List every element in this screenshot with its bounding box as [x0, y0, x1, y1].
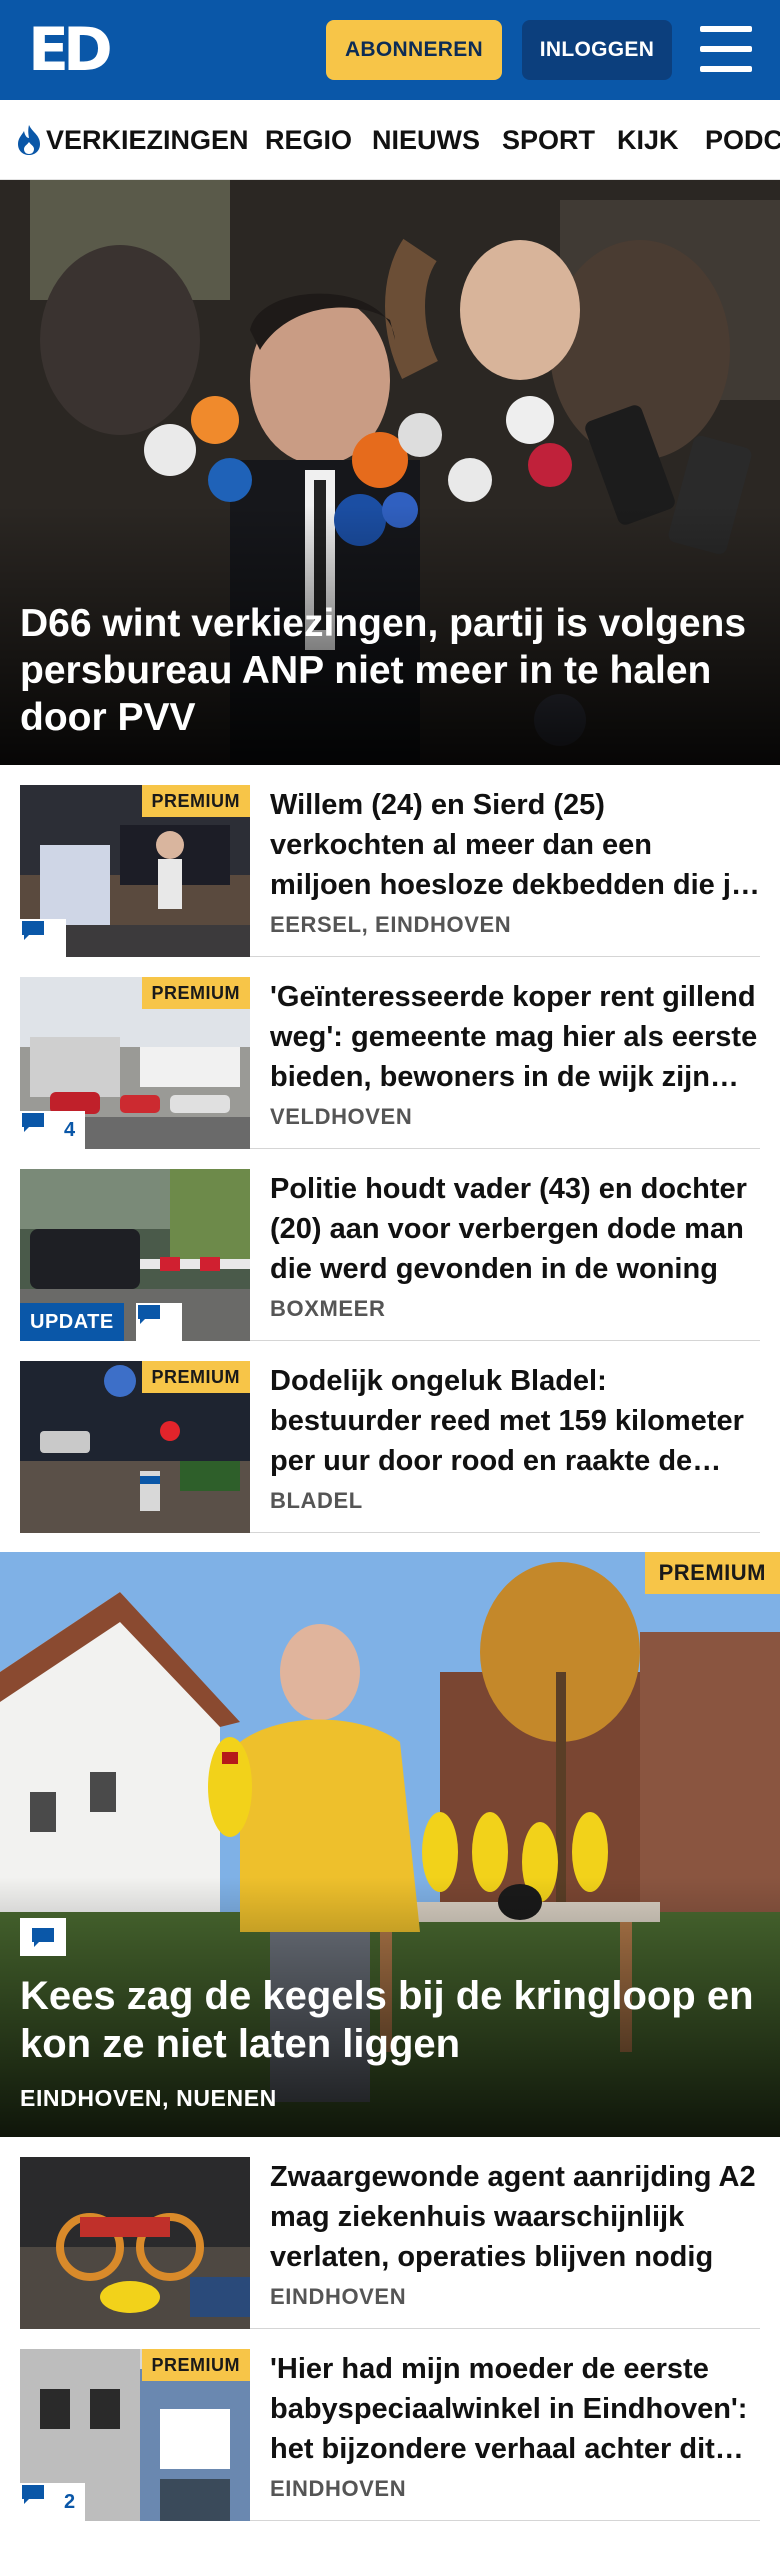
nav-item-label: VERKIEZINGEN — [46, 124, 249, 155]
article-title[interactable]: Politie houdt vader (43) en dochter (20)… — [270, 1169, 760, 1289]
article-location: VELDHOVEN — [270, 1104, 413, 1129]
premium-badge: PREMIUM — [141, 1361, 250, 1393]
update-badge: UPDATE — [20, 1303, 124, 1341]
article-location: BOXMEER — [270, 1296, 386, 1321]
article-title[interactable]: 'Hier had mijn moeder de eerste babyspec… — [270, 2349, 760, 2469]
article-title[interactable]: Willem (24) en Sierd (25) verkochten al … — [270, 785, 760, 905]
comments-badge[interactable] — [20, 1918, 66, 1956]
feature-headline[interactable]: Kees zag de kegels bij de kringloop en k… — [20, 1972, 760, 2068]
article-thumbnail[interactable]: PREMIUM — [20, 1361, 250, 1533]
article-thumbnail[interactable]: PREMIUM — [20, 785, 250, 957]
article-item[interactable]: PREMIUM Willem (24) en Sierd (25) verkoc… — [20, 765, 760, 957]
article-title[interactable]: 'Geïnteresseerde koper rent gillend weg'… — [270, 977, 760, 1097]
comments-badge[interactable]: 2 — [20, 2483, 86, 2521]
feature-article[interactable]: PREMIUM Kees zag de kegels bij de kringl… — [0, 1552, 780, 2137]
nav-item-kijk[interactable]: KIJK — [617, 100, 679, 179]
comment-icon — [22, 2485, 56, 2513]
comment-icon — [22, 1113, 56, 1141]
hero-article[interactable]: D66 wint verkiezingen, partij is volgens… — [0, 180, 780, 765]
nav-item-nieuws[interactable]: NIEUWS — [372, 100, 480, 179]
comments-badge[interactable]: 4 — [20, 1111, 86, 1149]
comment-icon — [30, 1926, 56, 1948]
article-item[interactable]: PREMIUM Dodelijk ongeluk Bladel: bestuur… — [20, 1341, 760, 1533]
subscribe-button[interactable]: ABONNEREN — [326, 20, 502, 80]
article-location: EINDHOVEN — [270, 2476, 407, 2501]
article-item[interactable]: PREMIUM 2 'Hier had mijn moeder de eerst… — [20, 2329, 760, 2521]
nav-item-verkiezingen[interactable]: VERKIEZINGEN — [16, 100, 249, 179]
article-item[interactable]: PREMIUM 4 'Geïnteresseerde koper rent gi… — [20, 957, 760, 1149]
site-header: ED ABONNEREN INLOGGEN — [0, 0, 780, 100]
comments-badge[interactable] — [20, 919, 66, 957]
flame-icon — [16, 124, 42, 156]
article-thumbnail[interactable]: UPDATE — [20, 1169, 250, 1341]
premium-badge: PREMIUM — [644, 1552, 780, 1594]
feature-location: EINDHOVEN, NUENEN — [20, 2085, 277, 2111]
article-location: BLADEL — [270, 1488, 363, 1513]
article-item[interactable]: UPDATE Politie houdt vader (43) en docht… — [20, 1149, 760, 1341]
article-location: EINDHOVEN — [270, 2284, 407, 2309]
article-thumbnail[interactable] — [20, 2157, 250, 2329]
nav-item-regio[interactable]: REGIO — [265, 100, 352, 179]
premium-badge: PREMIUM — [141, 2349, 250, 2381]
nav-item-podcasts[interactable]: PODC — [705, 100, 780, 179]
article-title[interactable]: Dodelijk ongeluk Bladel: bestuurder reed… — [270, 1361, 760, 1481]
comment-count: 2 — [64, 2490, 76, 2513]
comment-count: 4 — [64, 1118, 76, 1141]
hamburger-menu-icon[interactable] — [700, 26, 752, 72]
site-logo[interactable]: ED — [28, 20, 118, 80]
comment-icon — [22, 921, 56, 949]
login-button[interactable]: INLOGGEN — [522, 20, 672, 80]
premium-badge: PREMIUM — [141, 785, 250, 817]
article-title[interactable]: Zwaargewonde agent aanrijding A2 mag zie… — [270, 2157, 760, 2277]
article-item[interactable]: Zwaargewonde agent aanrijding A2 mag zie… — [20, 2137, 760, 2329]
article-thumbnail[interactable]: PREMIUM 2 — [20, 2349, 250, 2521]
comment-icon — [138, 1305, 172, 1333]
hero-headline[interactable]: D66 wint verkiezingen, partij is volgens… — [20, 600, 760, 741]
article-location: EERSEL, EINDHOVEN — [270, 912, 512, 937]
section-nav: VERKIEZINGEN REGIO NIEUWS SPORT KIJK POD… — [0, 100, 780, 180]
premium-badge: PREMIUM — [141, 977, 250, 1009]
nav-item-sport[interactable]: SPORT — [502, 100, 595, 179]
comments-badge[interactable] — [136, 1303, 182, 1341]
article-thumbnail[interactable]: PREMIUM 4 — [20, 977, 250, 1149]
